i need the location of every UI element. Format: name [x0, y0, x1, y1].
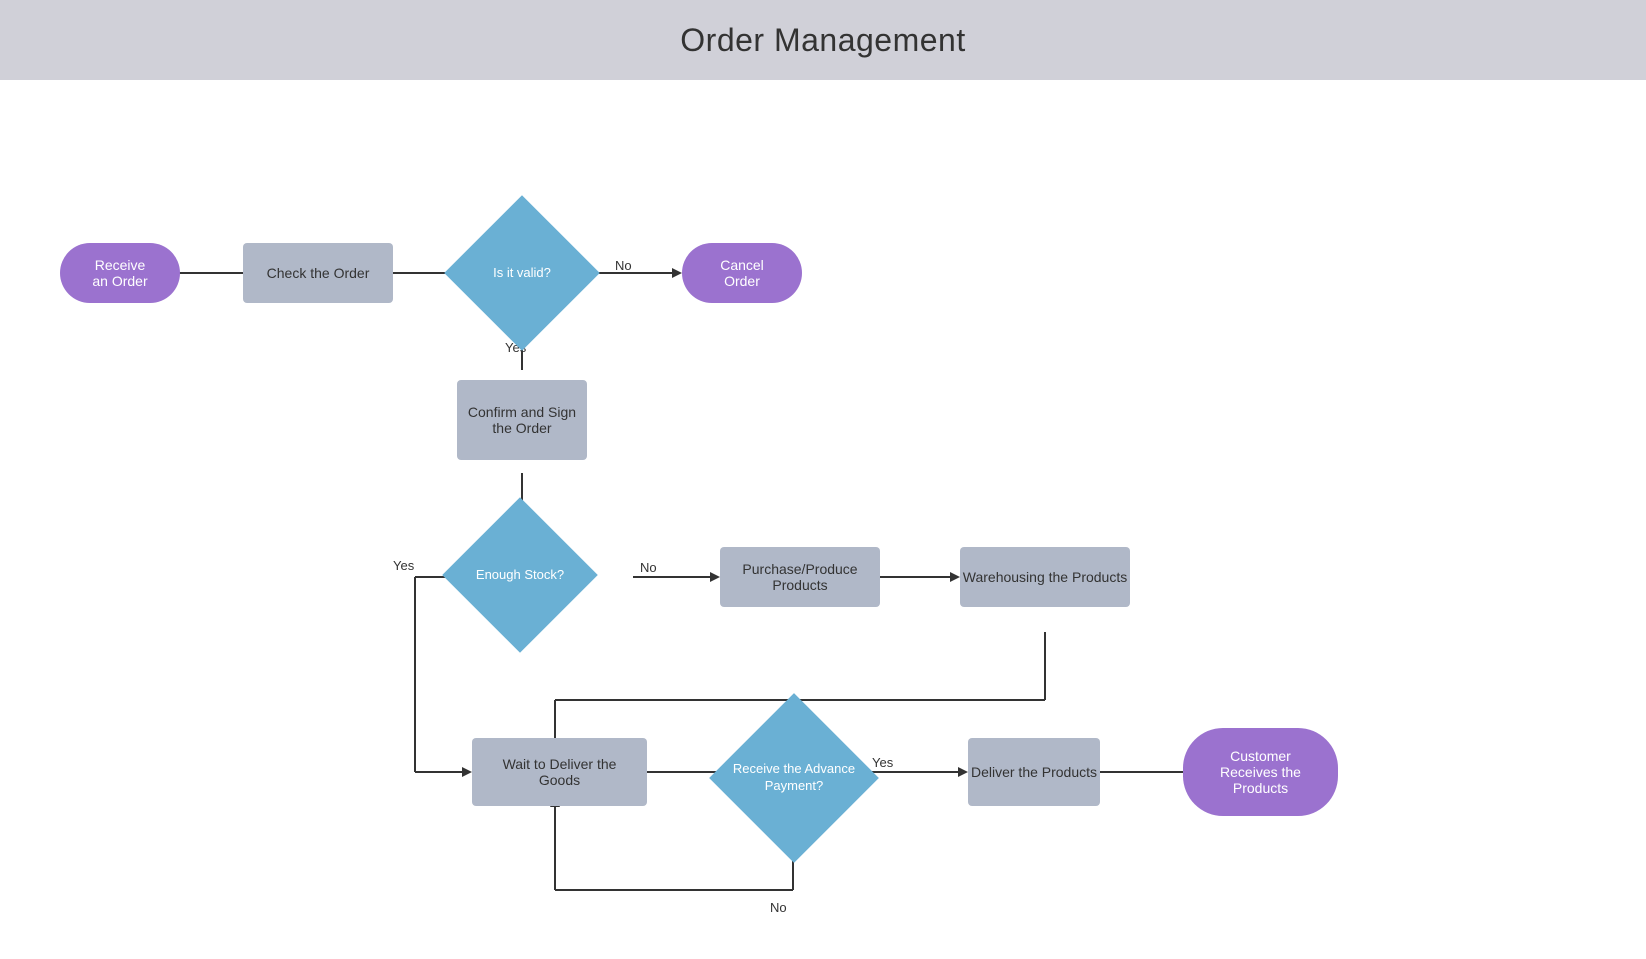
diagram-canvas: No Yes No Yes Yes No Receive an Order Ch…: [0, 80, 1646, 959]
no-label-stock: No: [640, 560, 657, 575]
customer-receives-node: Customer Receives the Products: [1183, 728, 1338, 816]
receive-advance-node: Receive the Advance Payment?: [728, 718, 860, 838]
page-header: Order Management: [0, 0, 1646, 80]
enough-stock-node: Enough Stock?: [460, 520, 580, 630]
check-order-node: Check the Order: [243, 243, 393, 303]
purchase-produce-node: Purchase/Produce Products: [720, 547, 880, 607]
no-label-payment: No: [770, 900, 787, 915]
warehousing-node: Warehousing the Products: [960, 547, 1130, 607]
page-title: Order Management: [680, 22, 965, 59]
no-label-valid: No: [615, 258, 632, 273]
yes-label-stock: Yes: [393, 558, 414, 573]
deliver-products-node: Deliver the Products: [968, 738, 1100, 806]
confirm-sign-node: Confirm and Sign the Order: [457, 380, 587, 460]
cancel-order-node: Cancel Order: [682, 243, 802, 303]
is-valid-node: Is it valid?: [460, 218, 584, 328]
receive-order-node: Receive an Order: [60, 243, 180, 303]
yes-label-payment: Yes: [872, 755, 893, 770]
wait-deliver-node: Wait to Deliver the Goods: [472, 738, 647, 806]
